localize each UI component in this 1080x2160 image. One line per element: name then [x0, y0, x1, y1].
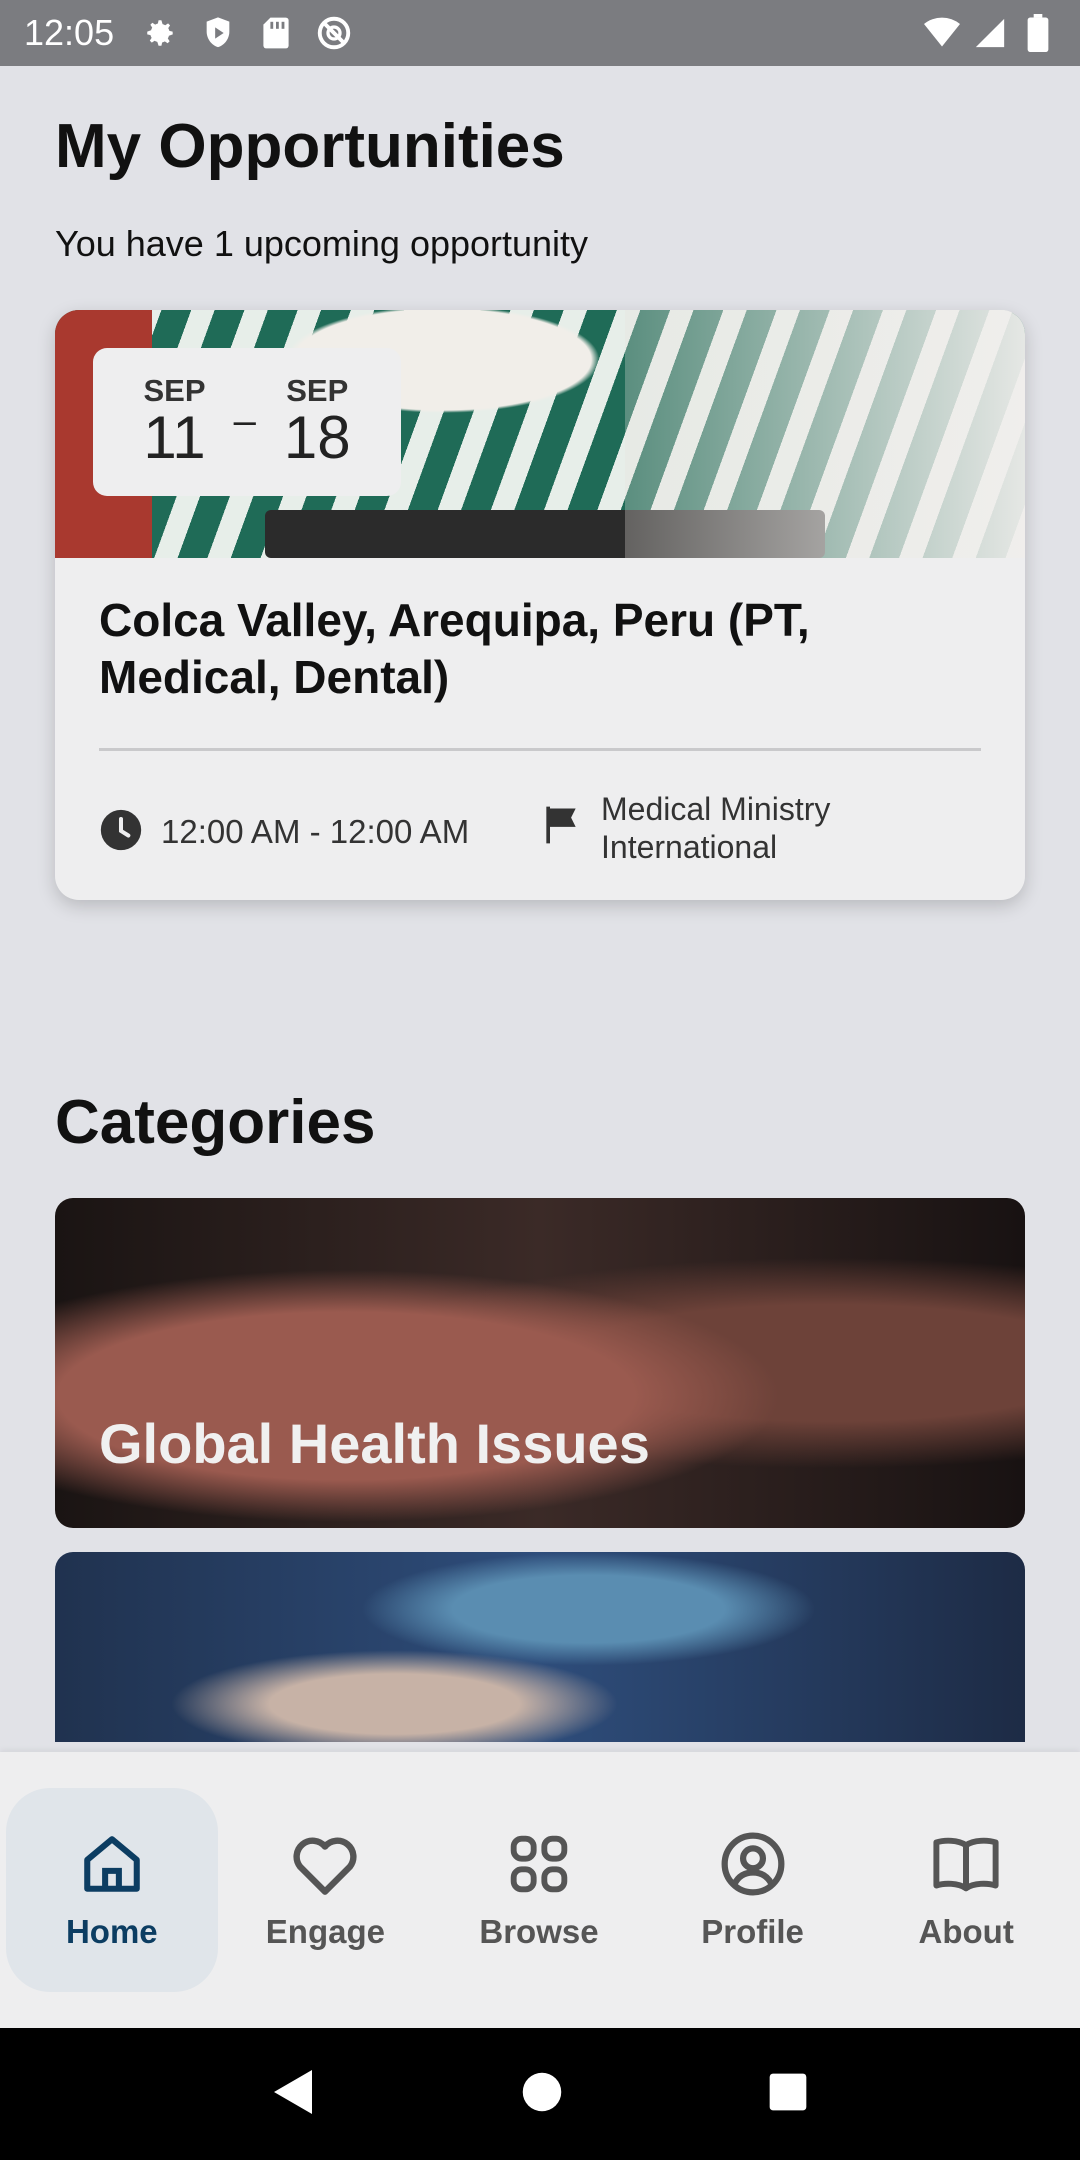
clock-icon [99, 808, 143, 857]
status-bar: 12:05 [0, 0, 1080, 66]
end-date: SEP 18 [284, 375, 351, 468]
profile-icon [718, 1829, 788, 1899]
date-separator: – [233, 399, 256, 444]
nav-label-engage: Engage [265, 1913, 385, 1950]
heart-icon [290, 1829, 360, 1899]
opportunity-image-shade [625, 309, 1025, 558]
nav-label-profile: Profile [701, 1913, 804, 1950]
back-icon[interactable] [272, 2068, 316, 2121]
home-circle-icon[interactable] [521, 2071, 563, 2118]
status-icons-right [924, 14, 1056, 52]
category-card-global-health[interactable]: Global Health Issues [55, 1197, 1025, 1528]
recents-icon[interactable] [768, 2072, 808, 2117]
status-time: 12:05 [24, 12, 115, 53]
nav-item-browse[interactable]: Browse [433, 1788, 645, 1992]
opportunity-time: 12:00 AM - 12:00 AM [99, 808, 469, 857]
nav-item-about[interactable]: About [860, 1788, 1072, 1992]
nav-item-engage[interactable]: Engage [220, 1788, 432, 1992]
category-label: Global Health Issues [99, 1411, 650, 1475]
shield-icon [200, 15, 236, 51]
organization-name: Medical Ministry International [601, 790, 831, 865]
book-icon [931, 1829, 1001, 1899]
nav-label-home: Home [65, 1913, 158, 1950]
status-icons-left [142, 15, 352, 51]
bottom-nav: Home Engage Browse Profile About [0, 1752, 1080, 2028]
start-date: SEP 11 [143, 375, 205, 468]
divider [99, 747, 981, 751]
nav-label-about: About [918, 1913, 1014, 1950]
end-day: 18 [283, 404, 351, 472]
home-icon [77, 1829, 147, 1899]
sd-card-icon [258, 15, 294, 51]
categories-title: Categories [55, 1087, 376, 1157]
no-sync-icon [316, 15, 352, 51]
category-card-surgery[interactable] [55, 1551, 1025, 1742]
signal-icon [972, 15, 1008, 51]
gear-icon [142, 15, 178, 51]
page-title: My Opportunities [55, 112, 565, 181]
flag-icon [539, 802, 583, 853]
end-month: SEP [286, 373, 349, 409]
system-nav-bar [0, 2028, 1080, 2160]
opportunity-card[interactable]: SEP 11 – SEP 18 Colca Valley, Arequipa, … [55, 309, 1025, 900]
start-day: 11 [143, 404, 206, 472]
main-content: My Opportunities You have 1 upcoming opp… [55, 66, 1025, 1742]
opportunity-time-text: 12:00 AM - 12:00 AM [161, 813, 470, 851]
opportunity-organization: Medical Ministry International [539, 790, 901, 867]
battery-icon [1020, 14, 1056, 52]
page-subtitle: You have 1 upcoming opportunity [55, 223, 589, 265]
nav-item-profile[interactable]: Profile [647, 1788, 859, 1992]
date-range-badge: SEP 11 – SEP 18 [93, 347, 401, 496]
grid-icon [504, 1829, 574, 1899]
nav-label-browse: Browse [479, 1913, 599, 1950]
start-month: SEP [143, 373, 206, 409]
nav-item-home[interactable]: Home [6, 1788, 218, 1992]
opportunity-title: Colca Valley, Arequipa, Peru (PT, Medica… [99, 593, 810, 704]
wifi-icon [924, 15, 960, 51]
